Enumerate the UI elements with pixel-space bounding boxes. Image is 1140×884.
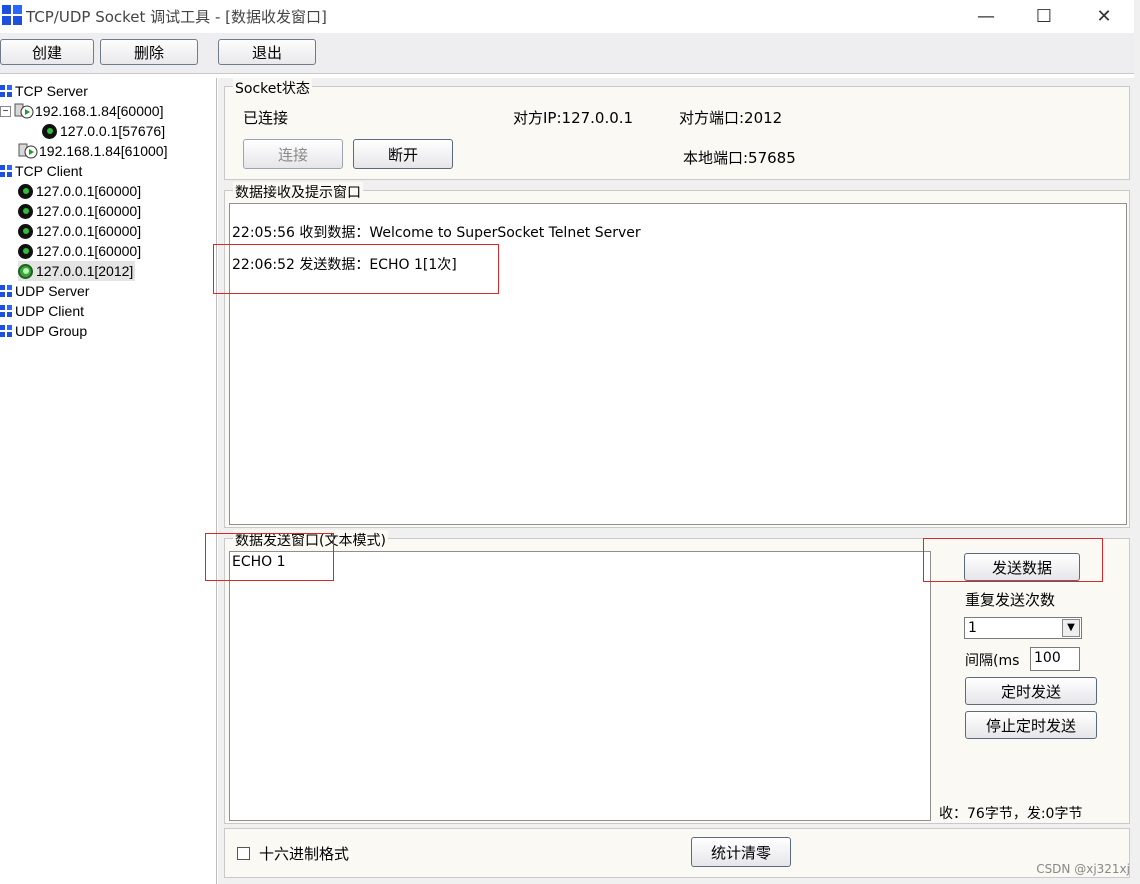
tree-node-label: UDP Server	[15, 283, 90, 299]
tree-node-client[interactable]: 127.0.0.1[60000]	[18, 221, 141, 241]
minimize-button[interactable]: —	[956, 0, 1016, 32]
udp-client-icon	[0, 305, 12, 317]
watermark: CSDN @xj321xj	[1036, 862, 1130, 876]
bottom-options: 十六进制格式 统计清零	[224, 828, 1130, 878]
tree-node-udp-client[interactable]: UDP Client	[0, 301, 84, 321]
byte-stats: 收：76字节，发:0字节	[939, 806, 1083, 822]
interval-input[interactable]: 100	[1030, 647, 1080, 671]
tree-node-label: 127.0.0.1[57676]	[60, 123, 166, 139]
connection-status-icon	[18, 183, 33, 199]
tree-node-server-2[interactable]: 192.168.1.84[61000]	[18, 141, 167, 161]
tree-node-label: UDP Group	[15, 323, 88, 339]
send-textarea[interactable]: ECHO 1	[229, 551, 931, 821]
tree-node-client-selected[interactable]: 127.0.0.1[2012]	[18, 261, 136, 281]
tree-node-tcp-server[interactable]: TCP Server	[0, 81, 88, 101]
chevron-down-icon[interactable]: ▼	[1062, 619, 1080, 637]
tree-node-server-1-child[interactable]: 127.0.0.1[57676]	[42, 121, 165, 141]
local-port: 本地端口:57685	[683, 149, 796, 167]
receive-line: 22:05:56 收到数据：Welcome to SuperSocket Tel…	[232, 225, 641, 241]
connect-button[interactable]: 连接	[243, 139, 343, 169]
socket-status-legend: Socket状态	[233, 78, 312, 98]
tree-node-label: 127.0.0.1[60000]	[36, 203, 142, 219]
remote-port: 对方端口:2012	[679, 109, 783, 127]
tree-node-client[interactable]: 127.0.0.1[60000]	[18, 201, 141, 221]
reset-stats-button[interactable]: 统计清零	[691, 837, 791, 867]
highlight-box-sent-line	[213, 244, 499, 294]
connection-state: 已连接	[243, 109, 289, 127]
highlight-box-send-button	[923, 538, 1103, 582]
connection-status-icon	[18, 263, 33, 279]
tree-node-server-1[interactable]: − 192.168.1.84[60000]	[0, 101, 163, 121]
title-bar: TCP/UDP Socket 调试工具 - [数据收发窗口] — ☐ ✕	[0, 0, 1134, 32]
tree-node-label: UDP Client	[15, 303, 84, 319]
create-button[interactable]: 创建	[0, 39, 94, 65]
tree-node-label: 192.168.1.84[60000]	[35, 103, 164, 119]
collapse-icon[interactable]: −	[0, 105, 11, 117]
hex-format-checkbox[interactable]	[237, 847, 250, 860]
tcp-server-icon	[0, 85, 12, 97]
highlight-box-send-text	[205, 533, 334, 581]
delete-button[interactable]: 删除	[100, 39, 198, 65]
tree-node-udp-server[interactable]: UDP Server	[0, 281, 89, 301]
udp-server-icon	[0, 285, 12, 297]
tree-node-label: 127.0.0.1[2012]	[36, 263, 134, 279]
close-button[interactable]: ✕	[1074, 0, 1134, 32]
toolbar: 创建 删除 退出	[0, 33, 1134, 74]
tree-node-label: TCP Server	[15, 83, 88, 99]
connection-tree: TCP Server − 192.168.1.84[60000] 127.0.0…	[0, 78, 217, 884]
server-play-icon	[18, 143, 38, 159]
receive-legend: 数据接收及提示窗口	[233, 182, 363, 202]
tree-node-label: TCP Client	[15, 163, 83, 179]
tree-node-client[interactable]: 127.0.0.1[60000]	[18, 241, 141, 261]
receive-group: 数据接收及提示窗口 22:05:56 收到数据：Welcome to Super…	[224, 182, 1130, 528]
tcp-client-icon	[0, 165, 12, 177]
tree-node-label: 127.0.0.1[60000]	[36, 183, 142, 199]
tree-node-udp-group[interactable]: UDP Group	[0, 321, 87, 341]
timer-stop-button[interactable]: 停止定时发送	[965, 711, 1097, 739]
tree-node-label: 127.0.0.1[60000]	[36, 223, 142, 239]
main-panel: Socket状态 已连接 对方IP:127.0.0.1 对方端口:2012 连接…	[218, 78, 1134, 884]
maximize-button[interactable]: ☐	[1014, 0, 1074, 32]
app-grid-icon	[2, 5, 22, 25]
socket-status-group: Socket状态 已连接 对方IP:127.0.0.1 对方端口:2012 连接…	[224, 78, 1130, 180]
tree-node-tcp-client[interactable]: TCP Client	[0, 161, 82, 181]
interval-label: 间隔(ms	[965, 653, 1020, 669]
connection-status-icon	[42, 123, 57, 139]
connection-status-icon	[18, 223, 33, 239]
tree-node-label: 192.168.1.84[61000]	[39, 143, 168, 159]
hex-format-label: 十六进制格式	[259, 845, 350, 863]
exit-button[interactable]: 退出	[218, 39, 316, 65]
remote-ip: 对方IP:127.0.0.1	[513, 109, 634, 127]
server-play-icon	[14, 103, 34, 119]
repeat-count-select[interactable]: 1 ▼	[964, 617, 1082, 639]
udp-group-icon	[0, 325, 12, 337]
connection-status-icon	[18, 243, 33, 259]
background-window-strip	[1134, 0, 1140, 884]
repeat-count-value: 1	[968, 620, 977, 636]
timer-send-button[interactable]: 定时发送	[965, 677, 1097, 705]
disconnect-button[interactable]: 断开	[353, 139, 453, 169]
connection-status-icon	[18, 203, 33, 219]
repeat-count-label: 重复发送次数	[965, 591, 1056, 609]
tree-node-client[interactable]: 127.0.0.1[60000]	[18, 181, 141, 201]
tree-node-label: 127.0.0.1[60000]	[36, 243, 142, 259]
window-title: TCP/UDP Socket 调试工具 - [数据收发窗口]	[26, 8, 327, 26]
